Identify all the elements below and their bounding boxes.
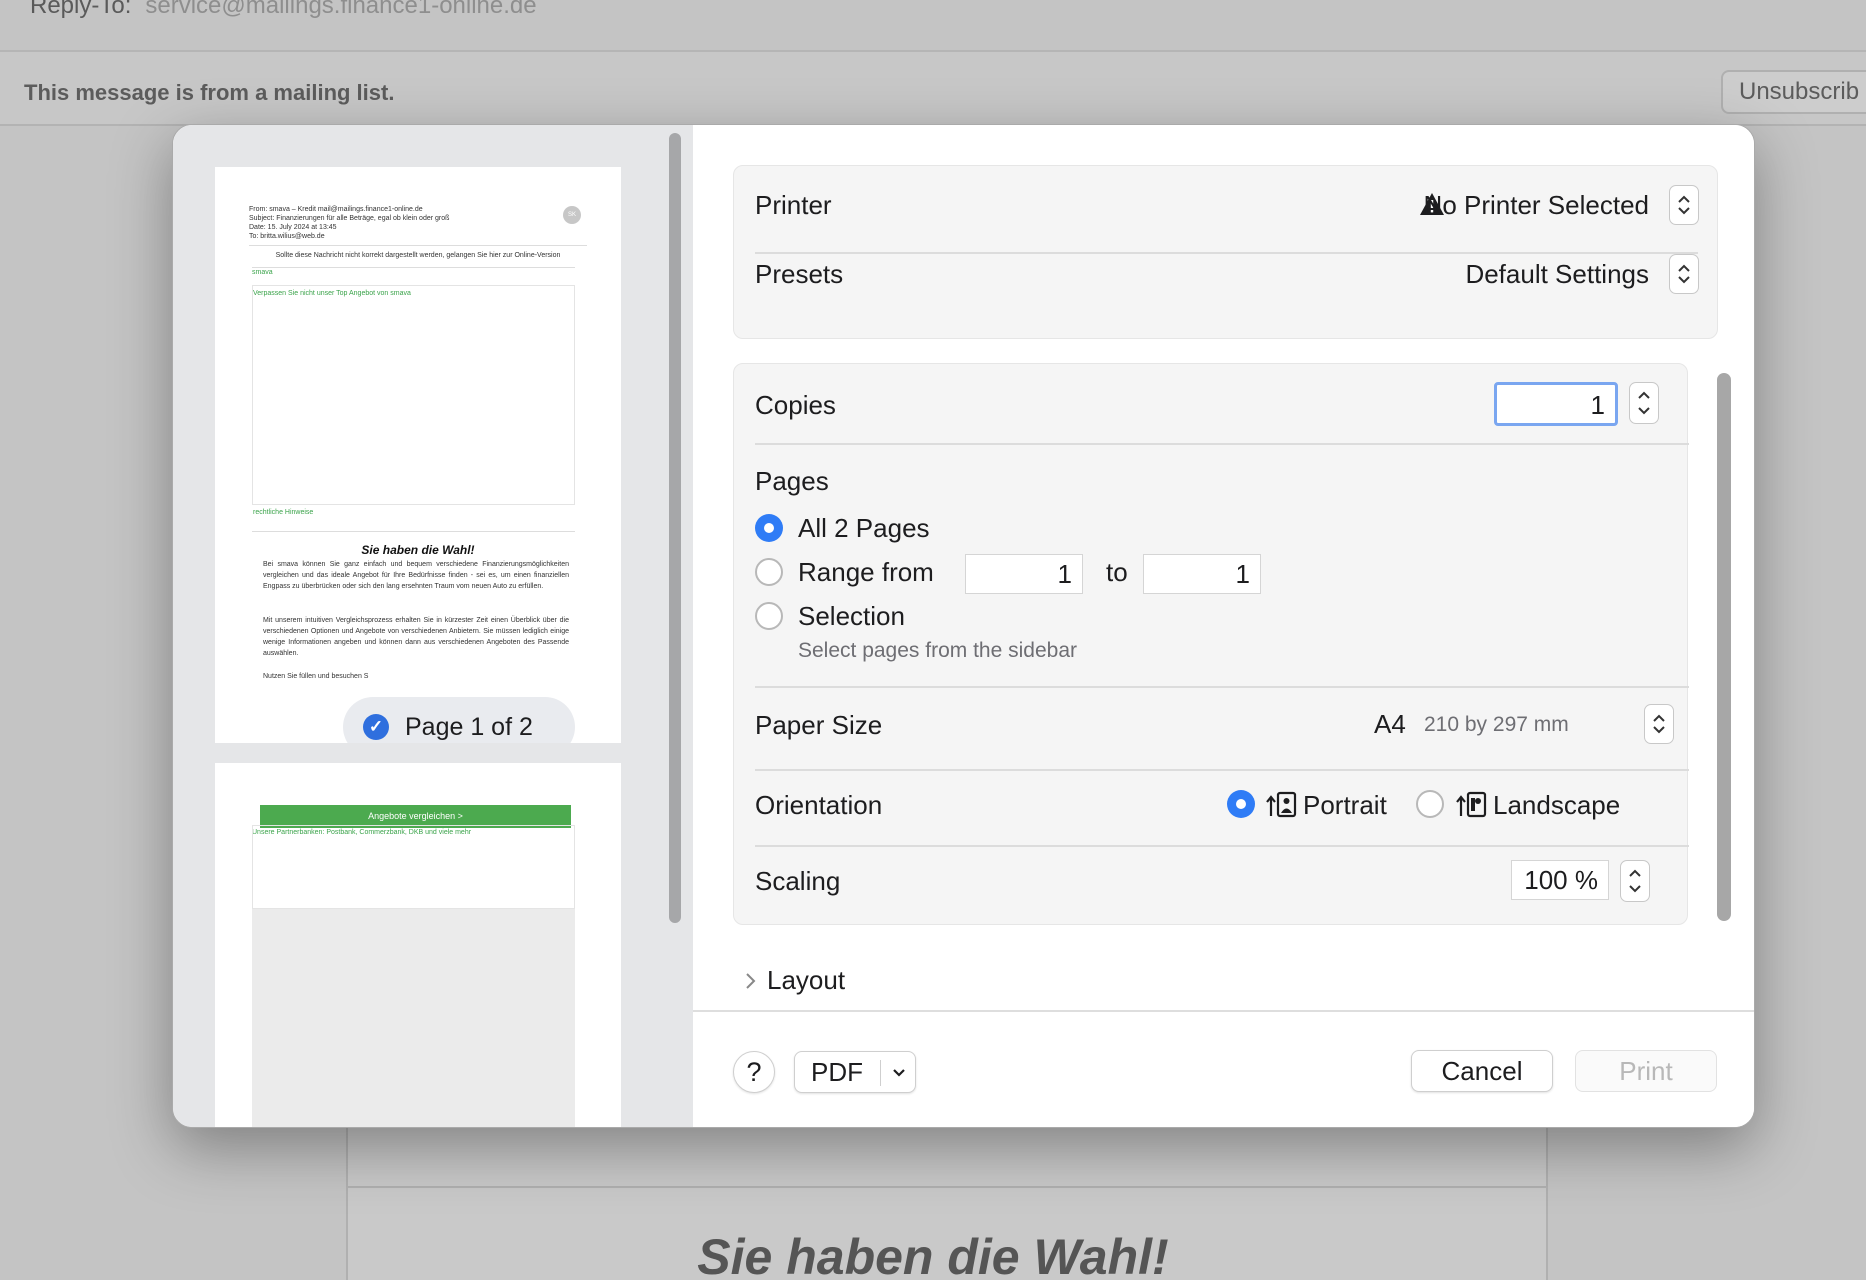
paper-size-popup[interactable]: A4 210 by 297 mm [1354,698,1684,748]
pdf-label: PDF [811,1056,863,1087]
presets-label: Presets [755,259,844,289]
checkmark-icon: ✓ [363,714,389,740]
reply-to-header: Reply-To: service@mailings.finance1-onlin… [30,0,537,20]
thumb-brand: smava [252,269,273,276]
thumb-divider [252,267,575,268]
thumb-header-line: To: britta.wilius@web.de [249,233,325,240]
chevron-down-icon [893,1069,905,1077]
range-to-label: to [1106,557,1128,587]
thumb-legal: rechtliche Hinweise [253,509,314,516]
paper-size-label: Paper Size [755,710,883,740]
thumb-paragraph-3: Nutzen Sie füllen und besuchen S [263,673,369,680]
pages-all-label: All 2 Pages [798,513,930,543]
page-preview-sidebar: From: smava – Kredit mail@mailings.finan… [173,125,693,1127]
printer-label: Printer [755,190,832,220]
thumb-title: Sie haben die Wahl! [361,543,475,557]
presets-value: Default Settings [1465,259,1649,289]
card-divider [755,686,1689,688]
landscape-radio[interactable] [1416,790,1444,818]
mail-content-title: Sie haben die Wahl! [697,1229,1169,1280]
reply-to-label: Reply-To: [30,0,132,19]
print-dialog: From: smava – Kredit mail@mailings.finan… [172,124,1755,1128]
updown-chevron-icon [1644,704,1674,744]
thumb-divider [252,531,575,532]
printer-presets-card: Printer No Printer Selected Presets Defa… [733,165,1718,339]
page-badge-label: Page 1 of 2 [405,712,533,741]
thumb-paragraph-1: Bei smava können Sie ganz einfach und be… [263,561,569,590]
pdf-button-divider [880,1060,881,1086]
page-thumbnail-2[interactable]: Angebote vergleichen > Unsere Partnerban… [215,763,621,1127]
layout-disclosure[interactable]: Layout [743,965,943,1001]
page-thumbnail-1[interactable]: From: smava – Kredit mail@mailings.finan… [215,167,621,743]
card-divider [755,845,1689,847]
orientation-label: Orientation [755,790,883,820]
print-button[interactable]: Print [1575,1050,1717,1092]
dialog-footer: ? PDF Cancel Print [693,1010,1754,1127]
thumb-header-line: Date: 15. July 2024 at 13:45 [249,224,337,231]
card-divider [755,443,1689,445]
scaling-stepper[interactable] [1620,860,1650,902]
updown-chevron-icon [1669,254,1699,294]
pages-selection-radio[interactable] [755,602,783,630]
portrait-radio[interactable] [1227,790,1255,818]
portrait-orientation-icon [1266,791,1297,818]
card-divider [755,769,1689,771]
updown-chevron-icon [1669,185,1699,225]
scaling-label: Scaling [755,866,841,896]
thumb-header-line: From: smava – Kredit mail@mailings.finan… [249,206,423,213]
printer-popup[interactable]: No Printer Selected [1264,180,1709,230]
thumb-header-line: Subject: Finanzierungen für alle Beträge… [249,215,450,222]
reply-to-value: service@mailings.finance1-online.de [145,0,537,19]
thumb-banner-box [252,285,575,505]
copies-stepper[interactable] [1629,382,1659,424]
thumb-grey-area [252,909,575,1127]
presets-popup[interactable]: Default Settings [1294,249,1709,299]
thumb-teaser: Verpassen Sie nicht unser Top Angebot vo… [253,290,411,297]
portrait-label: Portrait [1303,790,1387,820]
unsubscribe-button[interactable]: Unsubscrib [1721,70,1866,114]
pages-all-radio[interactable] [755,514,783,542]
pdf-menu-button[interactable]: PDF [794,1051,916,1093]
pages-selection-hint: Select pages from the sidebar [798,639,1077,662]
range-from-input[interactable]: 1 [965,554,1083,594]
copies-label: Copies [755,390,836,420]
thumb-mail-header: From: smava – Kredit mail@mailings.finan… [249,205,449,241]
sidebar-scrollbar[interactable] [669,133,681,923]
range-to-input[interactable]: 1 [1143,554,1261,594]
pages-range-label: Range from [798,557,934,587]
print-options-card: Copies 1 Pages All 2 Pages Range from 1 … [733,363,1689,925]
updown-chevron-icon [1629,869,1641,893]
cancel-button[interactable]: Cancel [1411,1050,1553,1092]
mail-content-box [346,1126,1548,1188]
thumb-paragraph-2: Mit unserem intuitiven Vergleichsprozess… [263,617,569,657]
copies-input[interactable]: 1 [1494,382,1618,426]
chevron-right-icon [746,973,756,989]
thumb-box [252,825,575,909]
panel-scrollbar[interactable] [1717,373,1731,921]
paper-size-detail: 210 by 297 mm [1424,713,1569,736]
page-badge[interactable]: ✓ Page 1 of 2 [343,697,575,743]
thumb-online-notice: Sollte diese Nachricht nicht korrekt dar… [275,252,561,259]
pages-selection-label: Selection [798,601,905,631]
scaling-input[interactable]: 100 % [1511,860,1609,900]
printer-value: No Printer Selected [1423,190,1649,220]
updown-chevron-icon [1638,391,1650,415]
mailing-list-notice: This message is from a mailing list. [24,80,395,105]
print-settings-panel: Printer No Printer Selected Presets Defa… [693,125,1754,1127]
help-button[interactable]: ? [733,1051,775,1093]
pages-label: Pages [755,466,829,496]
pages-range-radio[interactable] [755,558,783,586]
layout-label: Layout [767,965,846,995]
landscape-label: Landscape [1493,790,1621,820]
landscape-orientation-icon [1456,791,1487,818]
thumb-divider [249,245,587,246]
thumb-avatar: SK [563,206,581,224]
paper-size-value: A4 [1374,709,1406,739]
